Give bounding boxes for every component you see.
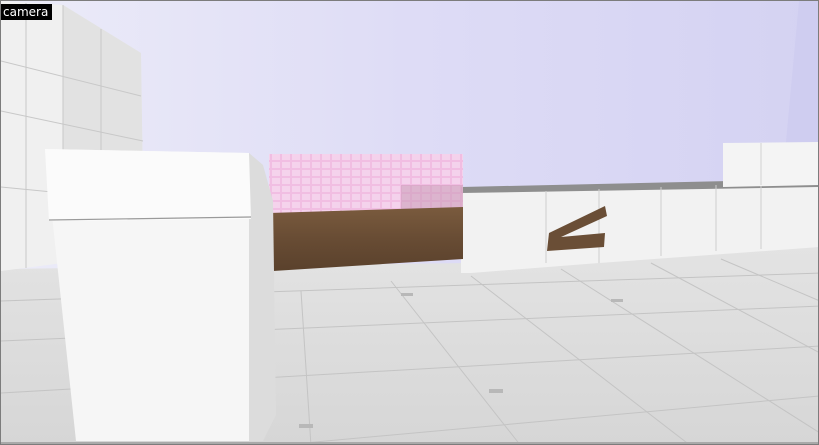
camera-label: camera <box>1 4 53 20</box>
back-right-block <box>723 142 818 187</box>
scene-render[interactable] <box>1 1 819 445</box>
camera-viewport[interactable]: camera <box>0 0 819 445</box>
